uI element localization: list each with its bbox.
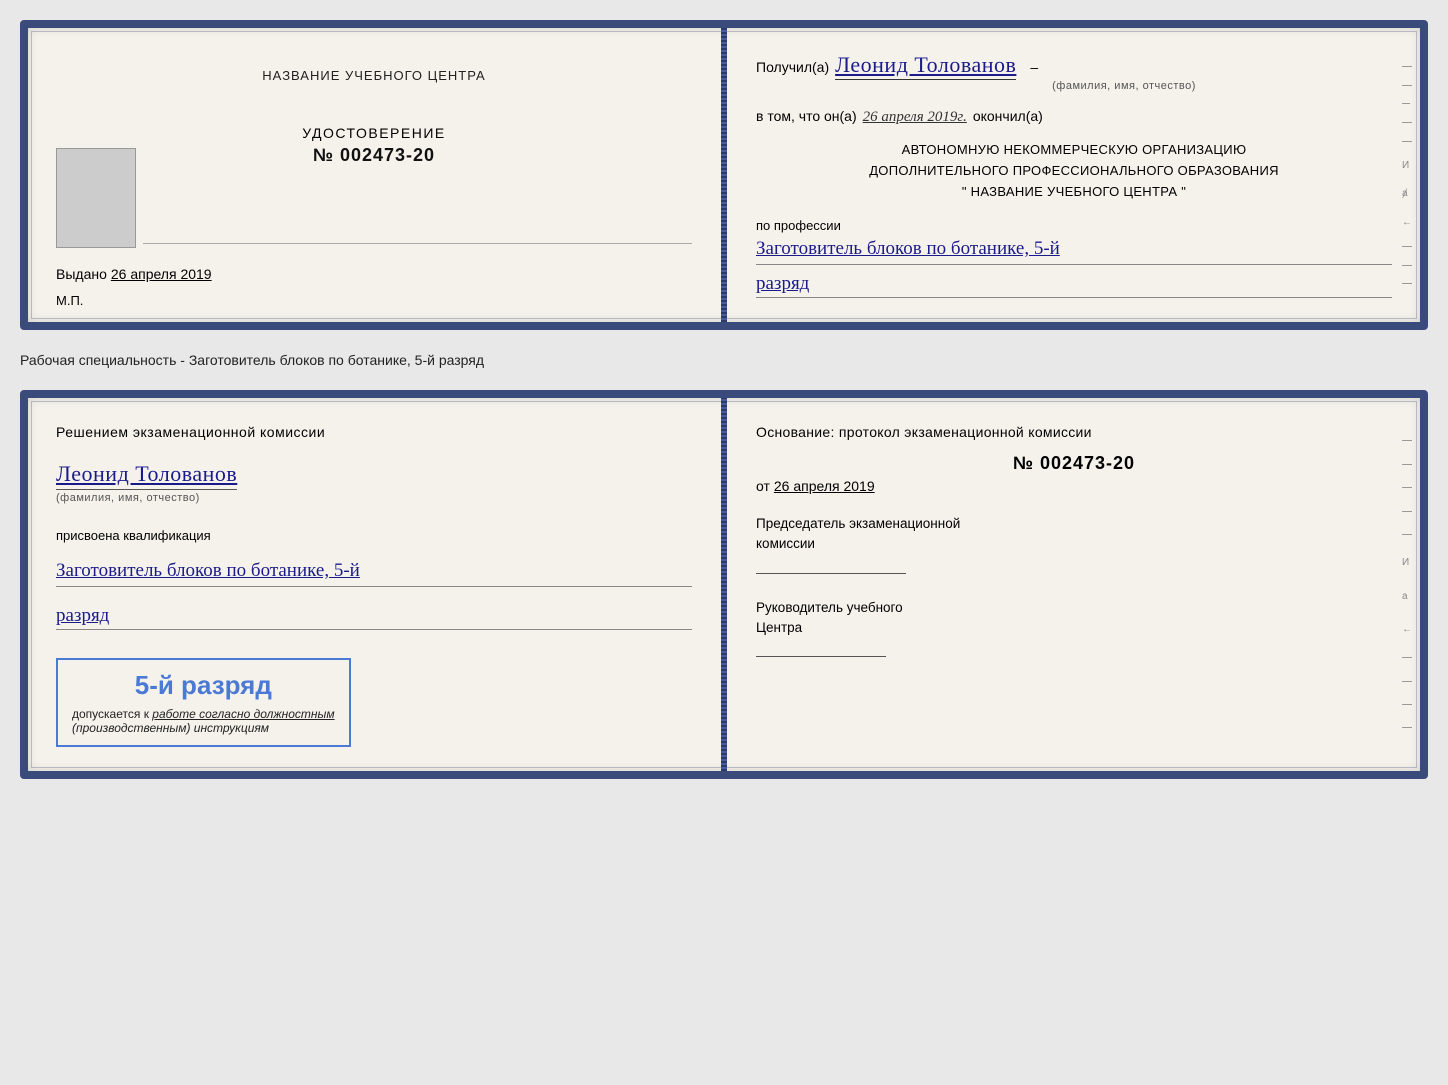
bottom-right-side-deco: И а ← — [1402, 398, 1414, 771]
stamp-box: 5-й разряд допускается к работе согласно… — [56, 658, 351, 747]
vtom-date: 26 апреля 2019г. — [863, 109, 967, 126]
vtom-line: в том, что он(а) 26 апреля 2019г. окончи… — [756, 108, 1392, 126]
fio-subtext-top: (фамилия, имя, отчество) — [856, 80, 1392, 92]
vydano-line: Выдано 26 апреля 2019 — [56, 266, 212, 282]
photo-placeholder — [56, 148, 136, 248]
rukovoditel-signature-line — [756, 656, 886, 657]
vtom-text: в том, что он(а) — [756, 108, 857, 124]
side-decoration: И ⱥ ← — [1402, 28, 1414, 322]
profession-bottom-line1: Заготовитель блоков по ботанике, 5-й — [56, 559, 692, 587]
side-a: а — [1402, 591, 1414, 602]
separator-text: Рабочая специальность - Заготовитель бло… — [20, 346, 1428, 374]
profession-text1: Заготовитель блоков по ботанике, 5-й — [756, 238, 1060, 259]
org-quote: " НАЗВАНИЕ УЧЕБНОГО ЦЕНТРА " — [756, 182, 1392, 203]
received-line: Получил(a) Леонид Толованов – — [756, 52, 1392, 78]
prisvoena-text: присвоена квалификация — [56, 528, 211, 543]
osnovanie-text: Основание: протокол экзаменационной коми… — [756, 422, 1392, 443]
top-cert-right: Получил(a) Леонид Толованов – (фамилия, … — [720, 28, 1420, 322]
side-arrow: ← — [1402, 624, 1414, 635]
bottom-certificate: Решением экзаменационной комиссии Леонид… — [20, 390, 1428, 779]
stamp-rank-text: 5-й разряд — [72, 670, 335, 701]
name-underline-bottom: Леонид Толованов — [56, 461, 237, 490]
poluchil-text: Получил(a) — [756, 59, 829, 75]
predsedatel-line1: Председатель экзаменационной — [756, 514, 1392, 534]
ot-line: от 26 апреля 2019 — [756, 478, 1392, 494]
org-line1: АВТОНОМНУЮ НЕКОММЕРЧЕСКУЮ ОРГАНИЗАЦИЮ — [756, 140, 1392, 161]
name-block-bottom: Леонид Толованов (фамилия, имя, отчество… — [56, 461, 237, 504]
instruktsiyam-text: (производственным) инструкциям — [72, 721, 335, 735]
recipient-name-bottom: Леонид Толованов — [56, 461, 237, 486]
resheniyem-text: Решением экзаменационной комиссии — [56, 422, 325, 443]
school-name-label: НАЗВАНИЕ УЧЕБНОГО ЦЕНТРА — [262, 68, 485, 83]
top-cert-left: НАЗВАНИЕ УЧЕБНОГО ЦЕНТРА УДОСТОВЕРЕНИЕ №… — [28, 28, 720, 322]
predsedatel-block: Председатель экзаменационной комиссии — [756, 514, 1392, 574]
rabote-text: работе согласно должностным — [152, 707, 334, 721]
profession-line1: Заготовитель блоков по ботанике, 5-й — [756, 237, 1392, 265]
dopuskaetsya-text: допускается к работе согласно должностны… — [72, 707, 335, 721]
side-И: И — [1402, 557, 1414, 568]
protocol-date: 26 апреля 2019 — [774, 478, 875, 494]
predsedatel-signature-line — [756, 573, 906, 574]
udostoverenie-block: УДОСТОВЕРЕНИЕ № 002473-20 — [302, 125, 445, 166]
bottom-cert-left: Решением экзаменационной комиссии Леонид… — [28, 398, 720, 771]
profession-bottom-text1: Заготовитель блоков по ботанике, 5-й — [56, 560, 360, 581]
razryad-text-top: разряд — [756, 273, 809, 294]
rukovoditel-block: Руководитель учебного Центра — [756, 598, 1392, 658]
udostoverenie-title: УДОСТОВЕРЕНИЕ — [302, 125, 445, 141]
dash-top: – — [1030, 59, 1038, 75]
org-line2: ДОПОЛНИТЕЛЬНОГО ПРОФЕССИОНАЛЬНОГО ОБРАЗО… — [756, 161, 1392, 182]
recipient-name-top: Леонид Толованов — [835, 52, 1016, 78]
razryad-bottom: разряд — [56, 605, 109, 626]
mp-label: М.П. — [56, 293, 83, 308]
page-wrapper: НАЗВАНИЕ УЧЕБНОГО ЦЕНТРА УДОСТОВЕРЕНИЕ №… — [20, 20, 1428, 779]
bottom-cert-right: Основание: протокол экзаменационной коми… — [720, 398, 1420, 771]
vydano-date: 26 апреля 2019 — [111, 266, 212, 282]
okonchil-text: окончил(а) — [973, 108, 1043, 124]
udostoverenie-number: № 002473-20 — [302, 145, 445, 166]
rukovoditel-line2: Центра — [756, 618, 1392, 638]
rukovoditel-line1: Руководитель учебного — [756, 598, 1392, 618]
bottom-left-side-deco — [34, 398, 46, 771]
profession-bottom-line2: разряд — [56, 605, 692, 630]
ot-label: от — [756, 478, 770, 494]
protocol-number: № 002473-20 — [756, 453, 1392, 474]
org-block: АВТОНОМНУЮ НЕКОММЕРЧЕСКУЮ ОРГАНИЗАЦИЮ ДО… — [756, 140, 1392, 202]
vydano-label: Выдано — [56, 266, 107, 282]
po-professii-label: по профессии — [756, 218, 841, 233]
divider-line — [143, 243, 692, 244]
profession-line2: разряд — [756, 273, 1392, 298]
po-professii-block: по профессии — [756, 218, 1392, 233]
fio-subtext-bottom: (фамилия, имя, отчество) — [56, 492, 237, 504]
predsedatel-line2: комиссии — [756, 534, 1392, 554]
top-certificate: НАЗВАНИЕ УЧЕБНОГО ЦЕНТРА УДОСТОВЕРЕНИЕ №… — [20, 20, 1428, 330]
